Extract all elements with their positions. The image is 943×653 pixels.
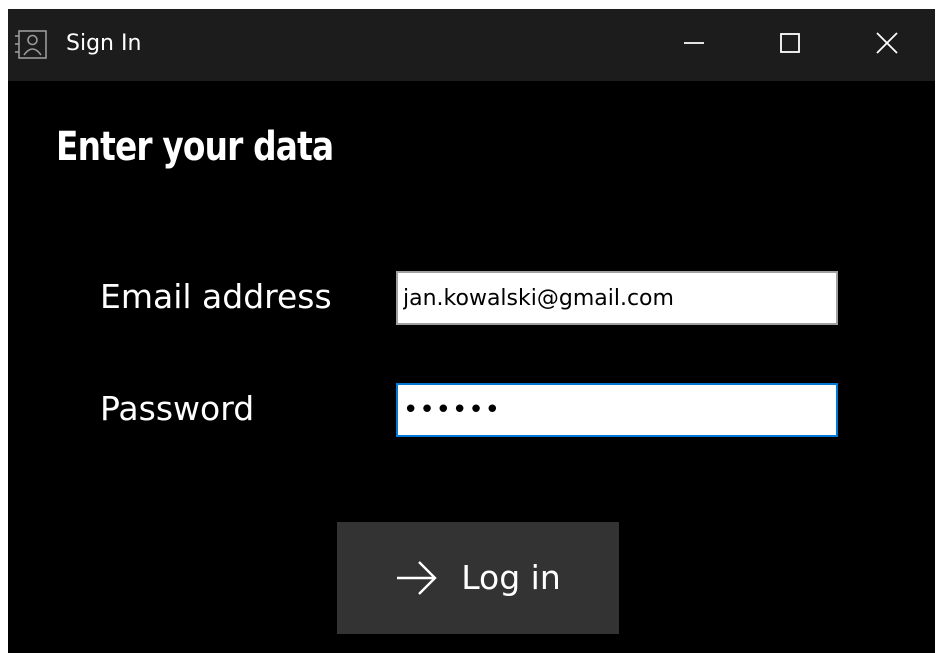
password-input[interactable] bbox=[396, 383, 838, 437]
login-button-label: Log in bbox=[461, 558, 561, 597]
title-bar[interactable]: Sign In bbox=[8, 9, 935, 81]
arrow-right-icon bbox=[395, 558, 439, 598]
minimize-icon bbox=[683, 32, 705, 58]
contact-card-icon bbox=[14, 27, 50, 63]
minimize-button[interactable] bbox=[646, 9, 742, 81]
page-title: Enter your data bbox=[56, 124, 334, 170]
close-button[interactable] bbox=[839, 9, 935, 81]
password-label: Password bbox=[100, 389, 255, 428]
sign-in-window: Sign In Enter your data Email address ja… bbox=[8, 9, 935, 653]
close-icon bbox=[875, 31, 899, 59]
maximize-button[interactable] bbox=[742, 9, 838, 81]
email-label: Email address bbox=[100, 277, 332, 316]
email-input[interactable] bbox=[396, 271, 838, 325]
window-title: Sign In bbox=[66, 31, 142, 56]
maximize-icon bbox=[779, 32, 801, 58]
login-button[interactable]: Log in bbox=[337, 522, 619, 634]
